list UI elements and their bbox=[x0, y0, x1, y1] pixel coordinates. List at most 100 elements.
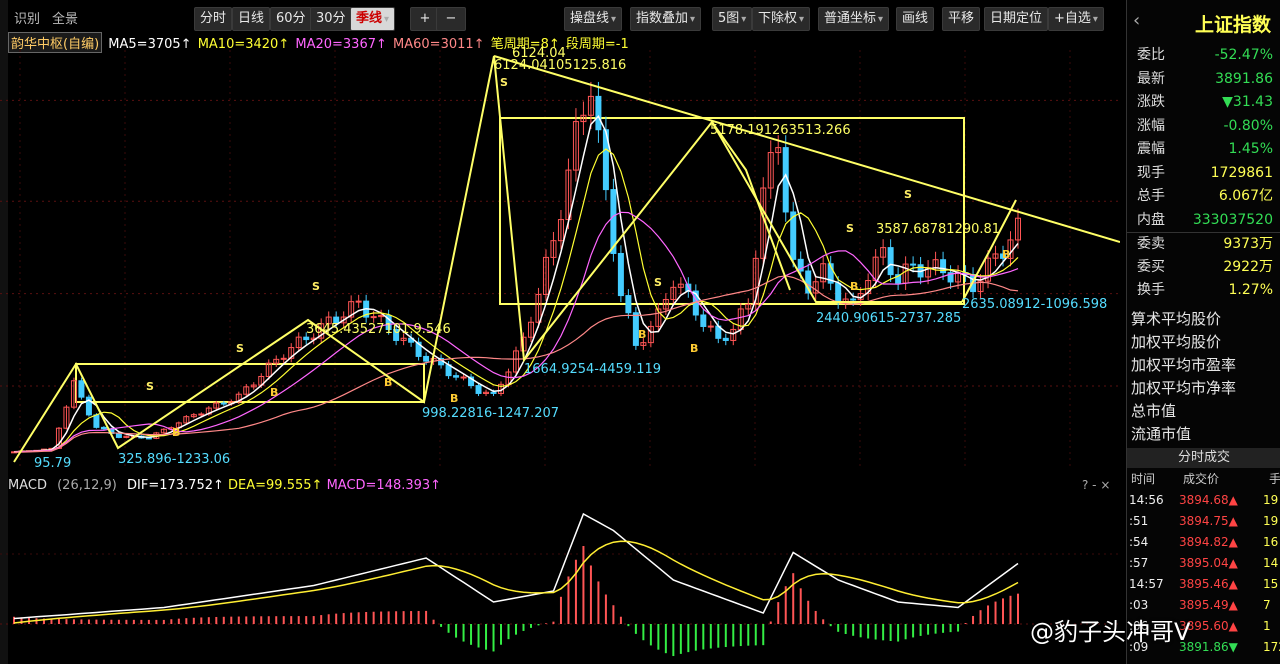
trade-time: :51 bbox=[1129, 514, 1149, 528]
candle-body bbox=[100, 426, 107, 430]
sell-signal: S bbox=[904, 188, 912, 201]
macd-window-controls[interactable]: ? ‐ × bbox=[1082, 478, 1110, 492]
stat-menu-item[interactable]: 总市值 bbox=[1131, 400, 1176, 421]
quote-value: ▼31.43 bbox=[1222, 94, 1273, 110]
trade-price: 3894.82▲ bbox=[1179, 535, 1238, 549]
quote-panel: ‹ 上证指数 委比 -52.47% 最新 3891.86 涨跌 ▼31.43 涨幅 -0.80… bbox=[1126, 0, 1280, 664]
quote-row: 现手 1729861 bbox=[1127, 162, 1280, 184]
macd-name[interactable]: MACD bbox=[8, 478, 47, 493]
quote-row: 最新 3891.86 bbox=[1127, 68, 1280, 90]
zoom-out-button[interactable]: − bbox=[436, 7, 466, 31]
trade-qty: 1729 bbox=[1263, 640, 1280, 654]
pan-button[interactable]: 平移 bbox=[942, 7, 981, 31]
candle-body bbox=[700, 314, 707, 327]
trades-time-header: 时间 bbox=[1131, 472, 1156, 486]
sell-signal: S bbox=[312, 280, 320, 293]
coordinate-button[interactable]: 普通坐标 bbox=[818, 7, 890, 31]
mid-high-label: 5178.191263513.266 bbox=[710, 123, 851, 138]
buy-signal: B bbox=[172, 426, 180, 439]
sell-signal: S bbox=[654, 276, 662, 289]
macd-bars bbox=[13, 546, 1019, 657]
low-label-6: 2635.08912-1096.598 bbox=[962, 297, 1108, 312]
trades-qty-header: 手 bbox=[1269, 472, 1280, 486]
candle-body bbox=[910, 263, 917, 266]
back-arrow-icon[interactable]: ‹ bbox=[1133, 10, 1140, 31]
trades-title: 分时成交 bbox=[1127, 448, 1280, 468]
trade-row: :51 3894.75▲ 19 bbox=[1127, 511, 1280, 531]
quote-row: 换手 1.27% bbox=[1127, 279, 1280, 301]
quote-key: 涨幅 bbox=[1137, 117, 1165, 134]
five-charts-button[interactable]: 5图 bbox=[712, 7, 753, 31]
tab-daily[interactable]: 日线 bbox=[232, 7, 271, 31]
macd-params: (26,12,9) bbox=[57, 478, 117, 493]
dif-line bbox=[13, 512, 1019, 620]
low-label-4: 1664.9254-4459.119 bbox=[524, 362, 662, 377]
toolbar: 识别 全景 分时 日线 60分 30分 季线 + − 操盘线 指数叠加 5图 下… bbox=[8, 4, 1120, 31]
candle-body bbox=[617, 252, 624, 297]
candle-body bbox=[625, 295, 632, 314]
recognize-label[interactable]: 识别 bbox=[14, 8, 40, 27]
quote-key: 委买 bbox=[1137, 258, 1165, 275]
tab-60min[interactable]: 60分 bbox=[270, 7, 312, 31]
trade-price: 3894.68▲ bbox=[1179, 493, 1238, 507]
panorama-label[interactable]: 全景 bbox=[52, 8, 78, 27]
quote-row: 涨幅 -0.80% bbox=[1127, 115, 1280, 137]
candle-body bbox=[93, 414, 100, 428]
buy-signal: B bbox=[450, 392, 458, 405]
trade-qty: 7 bbox=[1263, 598, 1271, 612]
candle-body bbox=[475, 385, 482, 394]
candle-body bbox=[78, 380, 85, 398]
ex-rights-button[interactable]: 下除权 bbox=[752, 7, 811, 31]
low-label-3: 998.22816-1247.207 bbox=[422, 406, 560, 421]
buy-signal: B bbox=[384, 376, 392, 389]
quote-value: 6.067亿 bbox=[1218, 188, 1273, 204]
candle-body bbox=[453, 375, 460, 378]
left-high-label: 3645.43527101.9.546 bbox=[306, 322, 451, 337]
candle-body bbox=[490, 391, 497, 394]
quote-header: ‹ 上证指数 bbox=[1127, 4, 1280, 42]
candle-body bbox=[220, 402, 227, 405]
date-locate-button[interactable]: 日期定位 bbox=[984, 7, 1049, 31]
quote-row: 涨跌 ▼31.43 bbox=[1127, 91, 1280, 113]
trade-qty: 19 bbox=[1263, 514, 1279, 528]
candle-body bbox=[198, 413, 205, 416]
tab-quarterly[interactable]: 季线 bbox=[350, 7, 396, 31]
kline-chart[interactable]: S B S B S B B S S B B S B S B bbox=[0, 50, 1120, 470]
candle-body bbox=[355, 300, 362, 303]
tab-intraday[interactable]: 分时 bbox=[194, 7, 233, 31]
quote-key: 最新 bbox=[1137, 70, 1165, 87]
macd-chart[interactable] bbox=[0, 494, 1120, 664]
peak-label: 6124.04105125.816 bbox=[494, 58, 627, 73]
stat-menu-item[interactable]: 流通市值 bbox=[1131, 423, 1191, 444]
trading-line-button[interactable]: 操盘线 bbox=[564, 7, 623, 31]
quote-row: 委比 -52.47% bbox=[1127, 44, 1280, 66]
watchlist-button[interactable]: +自选 bbox=[1048, 7, 1104, 31]
sell-signal: S bbox=[146, 380, 154, 393]
quote-value: 3891.86 bbox=[1215, 70, 1273, 87]
stat-menu-item[interactable]: 加权平均市净率 bbox=[1131, 377, 1236, 398]
trade-time: 14:56 bbox=[1129, 493, 1164, 507]
pivot-box bbox=[499, 117, 965, 305]
index-overlay-button[interactable]: 指数叠加 bbox=[630, 7, 702, 31]
low-label-5: 2440.90615-2737.285 bbox=[816, 311, 962, 326]
sell-signal: S bbox=[500, 76, 508, 89]
tab-30min[interactable]: 30分 bbox=[310, 7, 352, 31]
right-high-label: 3587.68781290.81 bbox=[876, 222, 1001, 237]
quote-key: 内盘 bbox=[1137, 211, 1165, 228]
stat-menu-item[interactable]: 算术平均股价 bbox=[1131, 308, 1221, 329]
candle-body bbox=[303, 336, 310, 341]
quote-value: 1729861 bbox=[1210, 164, 1273, 181]
trade-time: :57 bbox=[1129, 556, 1149, 570]
candles bbox=[11, 81, 1021, 454]
quote-row: 委卖 9373万 bbox=[1127, 232, 1280, 255]
stat-menu-item[interactable]: 加权平均市盈率 bbox=[1131, 354, 1236, 375]
trade-price: 3895.46▲ bbox=[1179, 577, 1238, 591]
stat-menu-item[interactable]: 加权平均股价 bbox=[1131, 331, 1221, 352]
trades-price-header: 成交价 bbox=[1183, 472, 1220, 486]
quote-value: -52.47% bbox=[1214, 47, 1273, 63]
macd-legend: MACD (26,12,9) DIF=173.752↑ DEA=99.555↑ … bbox=[8, 478, 441, 493]
candle-body bbox=[460, 376, 467, 379]
draw-line-button[interactable]: 画线 bbox=[896, 7, 935, 31]
quote-key: 涨跌 bbox=[1137, 94, 1165, 110]
quote-row: 内盘 333037520 bbox=[1127, 209, 1280, 231]
